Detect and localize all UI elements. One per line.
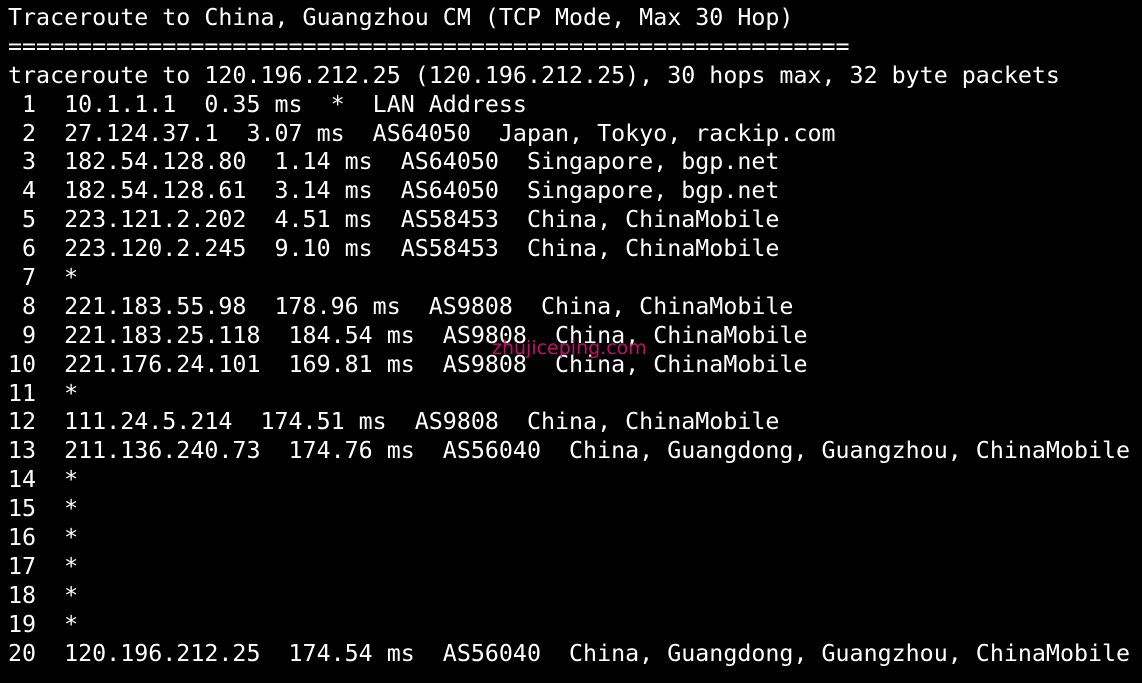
header-title-line: Traceroute to China, Guangzhou CM (TCP M… — [8, 4, 794, 31]
hop-line-18: 18 * — [8, 581, 79, 609]
hop-line-4: 4 182.54.128.61 3.14 ms AS64050 Singapor… — [8, 177, 780, 205]
hop-line-20: 20 120.196.212.25 174.54 ms AS56040 Chin… — [8, 639, 1131, 667]
hop-line-1: 1 10.1.1.1 0.35 ms * LAN Address — [8, 90, 527, 118]
hop-line-8: 8 221.183.55.98 178.96 ms AS9808 China, … — [8, 292, 794, 320]
hop-line-15: 15 * — [8, 495, 79, 523]
hop-line-19: 19 * — [8, 610, 79, 638]
hop-line-2: 2 27.124.37.1 3.07 ms AS64050 Japan, Tok… — [8, 119, 836, 147]
hop-line-17: 17 * — [8, 552, 79, 580]
hop-line-16: 16 * — [8, 524, 79, 552]
hop-line-7: 7 * — [8, 264, 79, 292]
hop-line-14: 14 * — [8, 466, 79, 494]
watermark: zhujiceping.com — [492, 337, 647, 359]
terminal-window[interactable]: Traceroute to China, Guangzhou CM (TCP M… — [0, 0, 1142, 683]
hop-line-3: 3 182.54.128.80 1.14 ms AS64050 Singapor… — [8, 148, 780, 176]
hop-line-5: 5 223.121.2.202 4.51 ms AS58453 China, C… — [8, 206, 780, 234]
header-divider-line: ========================================… — [8, 32, 850, 60]
hop-line-13: 13 211.136.240.73 174.76 ms AS56040 Chin… — [8, 437, 1131, 465]
traceroute-command-line: traceroute to 120.196.212.25 (120.196.21… — [8, 61, 1060, 89]
hop-line-6: 6 223.120.2.245 9.10 ms AS58453 China, C… — [8, 235, 780, 263]
hop-line-11: 11 * — [8, 379, 79, 407]
hop-line-12: 12 111.24.5.214 174.51 ms AS9808 China, … — [8, 408, 780, 436]
